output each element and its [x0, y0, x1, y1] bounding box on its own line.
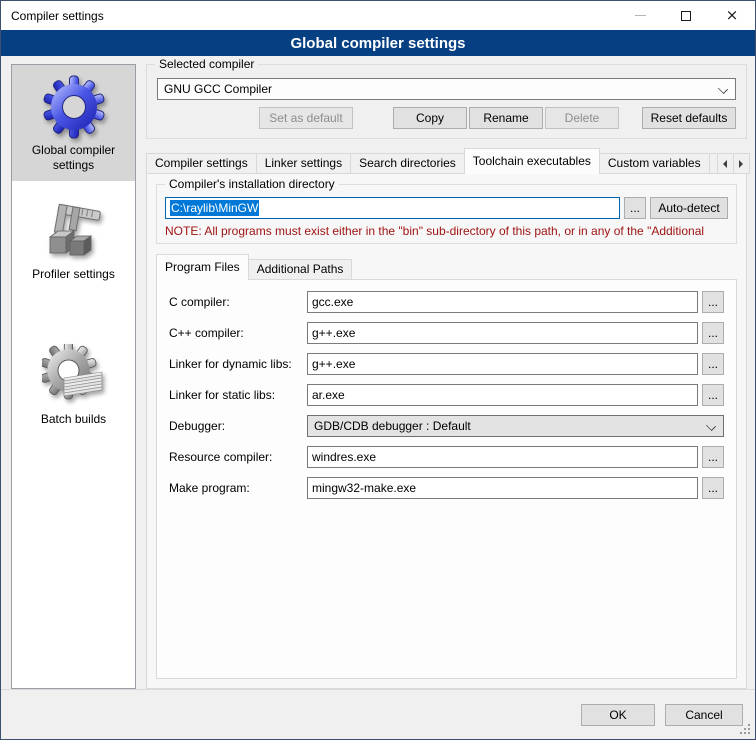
c-compiler-browse-button[interactable]: ...	[702, 291, 724, 313]
dynamic-linker-value: g++.exe	[312, 357, 355, 371]
tab-scroll-left-button[interactable]	[717, 153, 734, 174]
compiler-select-value: GNU GCC Compiler	[164, 82, 272, 96]
toolchain-subtabstrip: Program Files Additional Paths	[156, 254, 737, 280]
close-icon: ×	[726, 8, 739, 23]
titlebar[interactable]: Compiler settings ×	[1, 1, 755, 30]
minimize-button	[617, 1, 663, 30]
make-program-value: mingw32-make.exe	[312, 481, 416, 495]
toolchain-executables-page: Compiler's installation directory C:\ray…	[146, 173, 747, 689]
settings-category-list: Global compiler settings	[11, 64, 136, 689]
selected-compiler-group-label: Selected compiler	[155, 57, 258, 71]
c-compiler-value: gcc.exe	[312, 295, 353, 309]
auto-detect-button[interactable]: Auto-detect	[650, 197, 728, 219]
dynamic-linker-browse-button[interactable]: ...	[702, 353, 724, 375]
dynamic-linker-row: Linker for dynamic libs: g++.exe ...	[169, 353, 724, 375]
c-compiler-input[interactable]: gcc.exe	[307, 291, 698, 313]
make-program-label: Make program:	[169, 481, 307, 495]
resource-compiler-input[interactable]: windres.exe	[307, 446, 698, 468]
settings-tabstrip: Compiler settings Linker settings Search…	[146, 148, 747, 174]
debugger-value: GDB/CDB debugger : Default	[314, 419, 471, 433]
installation-directory-group: Compiler's installation directory C:\ray…	[156, 184, 737, 244]
debugger-row: Debugger: GDB/CDB debugger : Default	[169, 415, 724, 437]
debugger-select[interactable]: GDB/CDB debugger : Default	[307, 415, 724, 437]
sidebar-item-profiler-settings[interactable]: Profiler settings	[12, 189, 135, 290]
rename-button[interactable]: Rename	[469, 107, 543, 129]
bin-subdirectory-note: NOTE: All programs must exist either in …	[165, 224, 728, 238]
close-button[interactable]: ×	[709, 1, 755, 30]
sidebar-item-batch-builds[interactable]: Batch builds	[12, 334, 135, 435]
copy-button[interactable]: Copy	[393, 107, 467, 129]
maximize-button[interactable]	[663, 1, 709, 30]
subtab-program-files[interactable]: Program Files	[156, 254, 249, 280]
chevron-down-icon	[707, 422, 715, 430]
window-title: Compiler settings	[1, 9, 104, 23]
resource-compiler-row: Resource compiler: windres.exe ...	[169, 446, 724, 468]
cpp-compiler-browse-button[interactable]: ...	[702, 322, 724, 344]
gear-icon	[42, 75, 106, 139]
static-linker-input[interactable]: ar.exe	[307, 384, 698, 406]
chevron-down-icon	[719, 85, 727, 93]
static-linker-row: Linker for static libs: ar.exe ...	[169, 384, 724, 406]
ok-button[interactable]: OK	[581, 704, 655, 726]
static-linker-value: ar.exe	[312, 388, 345, 402]
dialog-footer: OK Cancel	[1, 689, 755, 739]
minimize-icon	[635, 15, 646, 16]
static-linker-label: Linker for static libs:	[169, 388, 307, 402]
cpp-compiler-value: g++.exe	[312, 326, 355, 340]
resource-compiler-browse-button[interactable]: ...	[702, 446, 724, 468]
tab-compiler-settings[interactable]: Compiler settings	[146, 153, 257, 174]
cancel-button[interactable]: Cancel	[665, 704, 743, 726]
install-dir-value: C:\raylib\MinGW	[170, 200, 259, 216]
make-program-input[interactable]: mingw32-make.exe	[307, 477, 698, 499]
tab-search-directories[interactable]: Search directories	[350, 153, 465, 174]
c-compiler-row: C compiler: gcc.exe ...	[169, 291, 724, 313]
resource-compiler-value: windres.exe	[312, 450, 376, 464]
dynamic-linker-input[interactable]: g++.exe	[307, 353, 698, 375]
sidebar-item-label: Profiler settings	[12, 267, 135, 282]
install-dir-input[interactable]: C:\raylib\MinGW	[165, 197, 620, 219]
tab-scroll-right-button[interactable]	[733, 153, 750, 174]
cpp-compiler-label: C++ compiler:	[169, 326, 307, 340]
resize-grip[interactable]	[740, 724, 752, 736]
install-dir-browse-button[interactable]: ...	[624, 197, 646, 219]
make-program-browse-button[interactable]: ...	[702, 477, 724, 499]
sidebar-item-label: Global compiler settings	[12, 143, 135, 173]
cpp-compiler-input[interactable]: g++.exe	[307, 322, 698, 344]
caliper-icon	[42, 199, 106, 263]
make-program-row: Make program: mingw32-make.exe ...	[169, 477, 724, 499]
arrow-right-icon	[739, 160, 743, 168]
compiler-settings-dialog: Compiler settings × Global compiler sett…	[0, 0, 756, 740]
c-compiler-label: C compiler:	[169, 295, 307, 309]
subtab-additional-paths[interactable]: Additional Paths	[248, 259, 353, 280]
cpp-compiler-row: C++ compiler: g++.exe ...	[169, 322, 724, 344]
arrow-left-icon	[723, 160, 727, 168]
sidebar-item-global-compiler-settings[interactable]: Global compiler settings	[12, 65, 135, 181]
compiler-select[interactable]: GNU GCC Compiler	[157, 78, 736, 100]
debugger-label: Debugger:	[169, 419, 307, 433]
gear-stack-icon	[42, 344, 106, 408]
delete-button[interactable]: Delete	[545, 107, 619, 129]
reset-defaults-button[interactable]: Reset defaults	[642, 107, 736, 129]
tab-custom-variables[interactable]: Custom variables	[599, 153, 710, 174]
program-files-page: C compiler: gcc.exe ... C++ compiler: g+…	[156, 279, 737, 679]
static-linker-browse-button[interactable]: ...	[702, 384, 724, 406]
resource-compiler-label: Resource compiler:	[169, 450, 307, 464]
page-title: Global compiler settings	[1, 30, 755, 56]
maximize-icon	[681, 11, 691, 21]
selected-compiler-group: Selected compiler GNU GCC Compiler Set a…	[146, 64, 747, 139]
sidebar-item-label: Batch builds	[12, 412, 135, 427]
tab-linker-settings[interactable]: Linker settings	[256, 153, 351, 174]
dynamic-linker-label: Linker for dynamic libs:	[169, 357, 307, 371]
tab-toolchain-executables[interactable]: Toolchain executables	[464, 148, 600, 174]
set-as-default-button[interactable]: Set as default	[259, 107, 353, 129]
installation-directory-group-label: Compiler's installation directory	[165, 177, 339, 191]
